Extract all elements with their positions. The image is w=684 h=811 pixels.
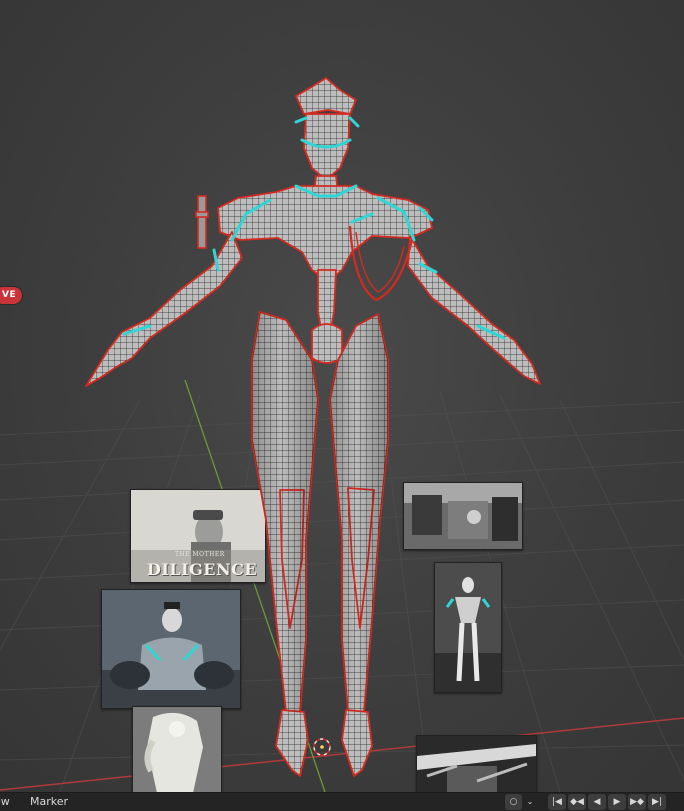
3d-cursor-icon	[313, 738, 331, 756]
character-mesh[interactable]	[0, 0, 684, 792]
sword-accessory	[195, 195, 209, 249]
pelvis-mesh	[311, 323, 343, 364]
play-icon[interactable]: ▶	[608, 794, 626, 810]
next-keyframe-icon[interactable]: ▶◆	[628, 794, 646, 810]
live-mode-badge[interactable]: VE	[0, 287, 23, 304]
left-foot-mesh	[275, 709, 309, 777]
jump-to-end-icon[interactable]: ▶|	[648, 794, 666, 810]
left-arm-mesh	[85, 231, 243, 387]
jump-to-start-icon[interactable]: |◀	[548, 794, 566, 810]
keying-dropdown-icon[interactable]: ⌄	[524, 794, 536, 810]
timeline-header: ew Marker ○ ⌄ |◀ ◆◀ ◀ ▶ ▶◆ ▶|	[0, 792, 684, 811]
keying-circle-icon[interactable]: ○	[505, 794, 522, 810]
play-reverse-icon[interactable]: ◀	[588, 794, 606, 810]
crown-mesh	[295, 77, 357, 115]
prev-keyframe-icon[interactable]: ◆◀	[568, 794, 586, 810]
right-arm-mesh	[407, 235, 541, 385]
right-foot-mesh	[341, 709, 373, 777]
3d-viewport[interactable]: THE MOTHER DILIGENCE VE	[0, 0, 684, 792]
torso-mesh	[217, 185, 433, 283]
marker-menu[interactable]: Marker	[30, 795, 68, 809]
view-menu[interactable]: ew	[0, 795, 10, 809]
